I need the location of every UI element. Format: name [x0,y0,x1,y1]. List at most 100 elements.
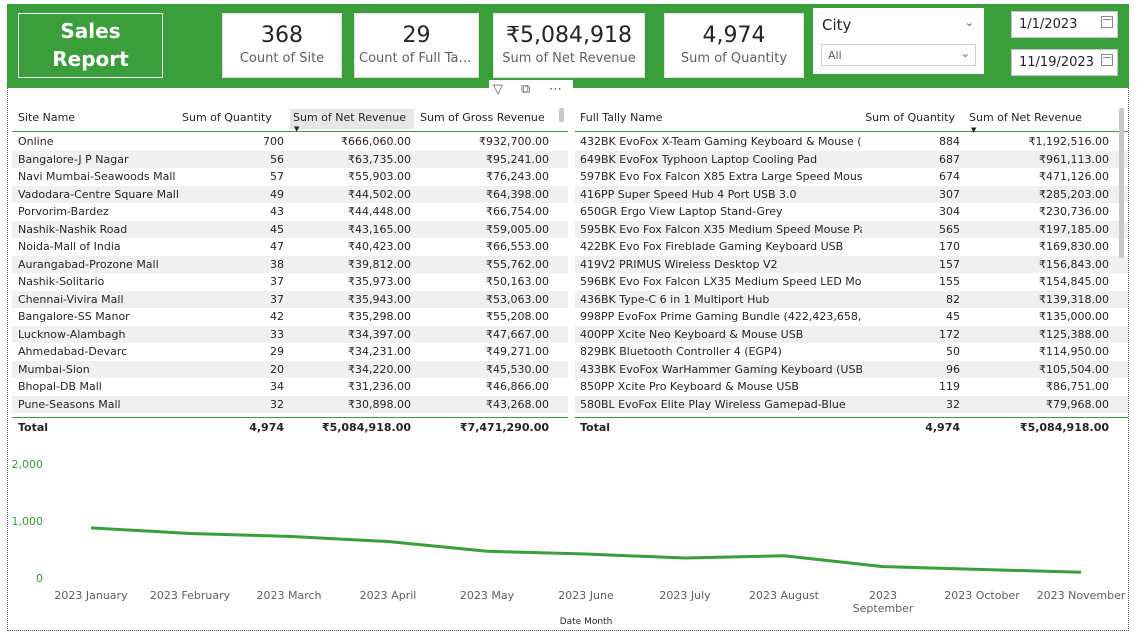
cell-quantity: 170 [939,240,960,253]
table-row[interactable]: Lucknow-Alambagh 33 ₹34,397.00 ₹47,667.00 [12,325,568,343]
column-header-full-tally-name[interactable]: Full Tally Name [580,109,663,129]
filter-icon[interactable]: ▽ [493,82,503,97]
end-date-input[interactable]: 11/19/2023 [1011,49,1118,76]
column-header-quantity[interactable]: Sum of Quantity [182,109,272,129]
cell-quantity: 82 [946,292,960,306]
table-row[interactable]: Bangalore-J P Nagar 56 ₹63,735.00 ₹95,241.0… [12,150,568,168]
chevron-down-icon[interactable]: ⌄ [965,16,974,29]
table-row[interactable]: 422BK Evo Fox Fireblade Gaming Keyboard … [575,238,1128,256]
cell-full-tally-name: 432BK EvoFox X-Team Gaming Keyboard & Mo… [580,135,862,148]
x-tick-label: 2023 August [749,589,820,602]
table-row[interactable]: 595BK Evo Fox Falcon X35 Medium Speed Mo… [575,220,1128,238]
table-row[interactable]: Chennai-Vivira Mall 37 ₹35,943.00 ₹53,063.0… [12,290,568,308]
table-row[interactable]: Vadodara-Centre Square Mall 49 ₹44,502.00 ₹… [12,185,568,203]
kpi-card-net-revenue[interactable]: ₹5,084,918 Sum of Net Revenue [493,13,645,78]
column-header-quantity[interactable]: Sum of Quantity [865,109,955,129]
cell-net-revenue: ₹154,845.00 [1039,275,1109,288]
kpi-label: Count of Full Tal... [359,51,475,66]
calendar-icon[interactable] [1101,16,1113,28]
table-row[interactable]: Navi Mumbai-Seawoods Mall 57 ₹55,903.00 ₹76… [12,168,568,186]
cell-site-name: Noida-Mall of India [18,240,121,253]
cell-net-revenue: ₹35,973.00 [348,275,411,288]
table-row[interactable]: 400PP Xcite Neo Keyboard & Mouse USB 172 ₹… [575,325,1128,343]
table-row[interactable]: Nashik-Solitario 37 ₹35,973.00 ₹50,163.00 [12,273,568,291]
vertical-scrollbar[interactable] [559,108,564,122]
cell-net-revenue: ₹35,298.00 [348,310,411,323]
table-row[interactable]: Mumbai-Sion 20 ₹34,220.00 ₹45,530.00 [12,360,568,378]
table-row[interactable]: Pune-Seasons Mall 32 ₹30,898.00 ₹43,268.00 [12,395,568,413]
table-row[interactable]: 433BK EvoFox WarHammer Gaming Keyboard (… [575,360,1128,378]
x-tick-label: 2023 February [150,589,231,602]
calendar-icon[interactable] [1101,54,1113,66]
table-row[interactable]: Bangalore-SS Manor 42 ₹35,298.00 ₹55,208.00 [12,308,568,326]
quantity-by-month-line-chart: 0 1,000 2,000 2023 January 2023 February 2023… [12,458,1126,627]
end-date-value: 11/19/2023 [1019,55,1094,70]
table-row[interactable]: 416PP Super Speed Hub 4 Port USB 3.0 307 ₹… [575,185,1128,203]
kpi-value: ₹5,084,918 [506,23,632,48]
table-row[interactable]: 649BK EvoFox Typhoon Laptop Cooling Pad 6… [575,150,1128,168]
table-row[interactable]: Porvorim-Bardez 43 ₹44,448.00 ₹66,754.00 [12,203,568,221]
table-row[interactable]: 597BK Evo Fox Falcon X85 Extra Large Spe… [575,168,1128,186]
series-line[interactable] [90,526,1082,574]
site-table: Site Name Sum of Quantity Sum of Net Rev… [12,104,568,440]
table-row[interactable]: 850PP Xcite Pro Keyboard & Mouse USB 119 ₹… [575,378,1128,396]
city-dropdown-value: All [828,49,842,62]
cell-gross-revenue: ₹76,243.00 [486,170,549,183]
kpi-card-count-site[interactable]: 368 Count of Site [222,13,342,78]
cell-quantity: 20 [270,362,284,376]
table-row[interactable]: 432BK EvoFox X-Team Gaming Keyboard & Mo… [575,133,1128,151]
table-row[interactable]: Online 700 ₹666,060.00 ₹932,700.00 [12,133,568,151]
cell-quantity: 307 [939,187,960,201]
cell-gross-revenue: ₹55,208.00 [486,310,549,323]
cell-gross-revenue: ₹50,163.00 [486,275,549,288]
focus-mode-icon[interactable]: ⧉ [521,82,530,97]
cell-gross-revenue: ₹47,667.00 [486,327,549,341]
table-row[interactable]: Bhopal-DB Mall 34 ₹31,236.00 ₹46,866.00 [12,378,568,396]
kpi-card-count-full-tally[interactable]: 29 Count of Full Tal... [354,13,479,78]
table-row[interactable]: Aurangabad-Prozone Mall 38 ₹39,812.00 ₹55,7… [12,255,568,273]
column-header-net-revenue[interactable]: Sum of Net Revenue ▼ [290,109,414,133]
cell-quantity: 155 [939,275,960,288]
cell-net-revenue: ₹40,423.00 [348,240,411,253]
table-row[interactable]: 580BL EvoFox Elite Play Wireless Gamepad… [575,395,1128,413]
kpi-card-quantity[interactable]: 4,974 Sum of Quantity [664,13,804,78]
cell-quantity: 304 [939,205,960,218]
table-row[interactable]: 436BK Type-C 6 in 1 Multiport Hub 82 ₹139,… [575,290,1128,308]
kpi-label: Sum of Net Revenue [502,51,636,66]
cell-quantity: 43 [270,205,284,218]
kpi-label: Count of Site [239,51,325,66]
cell-quantity: 96 [946,362,960,376]
x-tick-label: 2023 September [853,589,914,615]
x-axis-title: Date Month [560,617,613,627]
table-row[interactable]: Ahmedabad-Devarc 29 ₹34,231.00 ₹49,271.00 [12,343,568,361]
column-header-site-name[interactable]: Site Name [18,109,75,129]
cell-gross-revenue: ₹43,268.00 [486,397,549,411]
cell-site-name: Online [18,135,54,148]
cell-net-revenue: ₹55,903.00 [348,170,411,183]
table-row[interactable]: 998PP EvoFox Prime Gaming Bundle (422,42… [575,308,1128,326]
cell-net-revenue: ₹34,397.00 [348,327,411,341]
cell-full-tally-name: 596BK Evo Fox Falcon LX35 Medium Speed L… [580,275,862,288]
cell-net-revenue: ₹666,060.00 [341,135,411,148]
cell-quantity: 157 [939,257,960,271]
column-header-gross-revenue[interactable]: Sum of Gross Revenue [420,109,545,129]
cell-full-tally-name: 419V2 PRIMUS Wireless Desktop V2 [580,257,778,271]
vertical-scrollbar[interactable] [1119,108,1124,258]
total-net-revenue: ₹5,084,918.00 [321,421,411,434]
cell-net-revenue: ₹197,185.00 [1039,222,1109,236]
cell-quantity: 57 [270,170,284,183]
table-row[interactable]: Noida-Mall of India 47 ₹40,423.00 ₹66,553.0… [12,238,568,256]
cell-net-revenue: ₹34,220.00 [348,362,411,376]
column-header-net-revenue[interactable]: Sum of Net Revenue [969,109,1082,129]
city-slicer[interactable]: City ⌄ All ⌄ [813,8,984,74]
table-row[interactable]: 419V2 PRIMUS Wireless Desktop V2 157 ₹156,… [575,255,1128,273]
start-date-input[interactable]: 1/1/2023 [1011,11,1118,38]
table-row[interactable]: 650GR Ergo View Laptop Stand-Grey 304 ₹230… [575,203,1128,221]
city-dropdown[interactable]: All ⌄ [821,44,976,66]
table-row[interactable]: 829BK Bluetooth Controller 4 (EGP4) 50 ₹11… [575,343,1128,361]
more-options-icon[interactable]: ⋯ [549,82,562,97]
table-row[interactable]: Nashik-Nashik Road 45 ₹43,165.00 ₹59,005.00 [12,220,568,238]
total-gross-revenue: ₹7,471,290.00 [459,421,549,434]
cell-quantity: 45 [946,310,960,323]
table-row[interactable]: 596BK Evo Fox Falcon LX35 Medium Speed L… [575,273,1128,291]
